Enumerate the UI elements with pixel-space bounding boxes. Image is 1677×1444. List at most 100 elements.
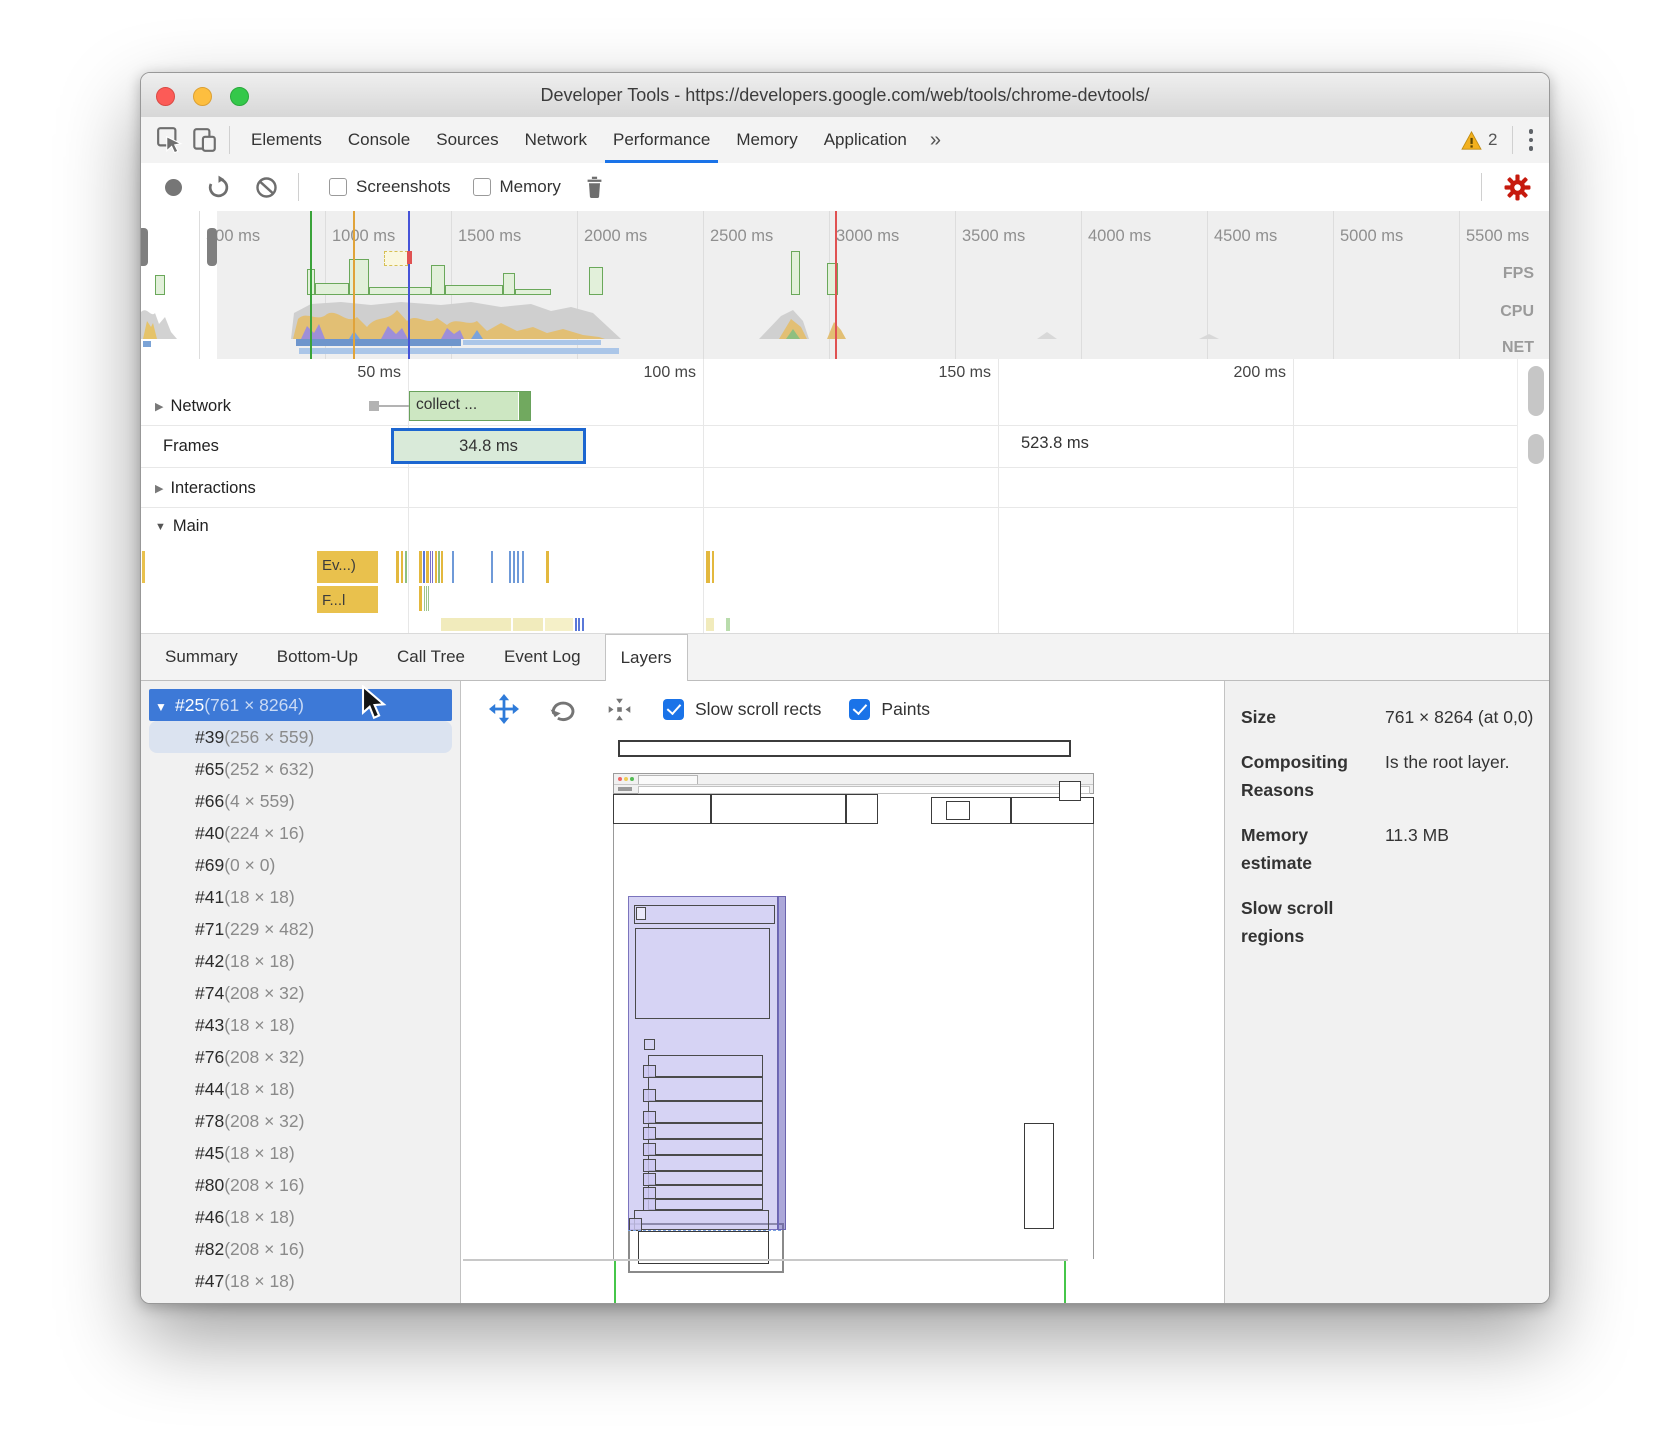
layer-tree-row[interactable]: #46(18 × 18) bbox=[149, 1201, 452, 1233]
tab-application[interactable]: Application bbox=[811, 117, 920, 163]
reload-and-record-icon[interactable] bbox=[206, 175, 231, 200]
clear-recording-icon[interactable] bbox=[255, 176, 278, 199]
viewport-ground-line bbox=[463, 1259, 1068, 1261]
next-frame-duration[interactable]: 523.8 ms bbox=[1021, 434, 1089, 453]
window-title: Developer Tools - https://developers.goo… bbox=[141, 73, 1549, 117]
layer-tree-row[interactable]: #43(18 × 18) bbox=[149, 1009, 452, 1041]
device-toolbar-icon[interactable] bbox=[187, 123, 221, 157]
selection-left-handle[interactable] bbox=[141, 228, 148, 266]
layer-tree-row[interactable]: #44(18 × 18) bbox=[149, 1073, 452, 1105]
layers-3d-viewport[interactable]: Slow scroll rects Paints bbox=[461, 681, 1224, 1303]
tab-memory[interactable]: Memory bbox=[723, 117, 810, 163]
fps-bar bbox=[155, 275, 165, 295]
layer-tree-row[interactable]: #42(18 × 18) bbox=[149, 945, 452, 977]
layer-tree-row[interactable]: #39(256 × 559) bbox=[149, 721, 452, 753]
layer-tree-row[interactable]: #41(18 × 18) bbox=[149, 881, 452, 913]
layer-tree-row[interactable]: #78(208 × 32) bbox=[149, 1105, 452, 1137]
zoom-window-button[interactable] bbox=[230, 87, 249, 106]
scrollbar-thumb[interactable] bbox=[1528, 434, 1544, 464]
page-paint-browser-chrome bbox=[613, 773, 1094, 794]
detail-tab[interactable]: Bottom-Up bbox=[262, 634, 373, 680]
frames-row-label[interactable]: Frames bbox=[163, 437, 219, 456]
mouse-cursor-icon bbox=[359, 685, 389, 726]
selected-frame[interactable]: 34.8 ms bbox=[391, 428, 586, 464]
capture-settings-gear-icon[interactable] bbox=[1504, 174, 1531, 201]
tab-network[interactable]: Network bbox=[512, 117, 600, 163]
pan-mode-icon[interactable] bbox=[489, 694, 519, 724]
paints-checkbox[interactable] bbox=[849, 699, 870, 720]
trash-icon[interactable] bbox=[585, 176, 604, 199]
wireframe-top-layer[interactable] bbox=[618, 740, 1071, 757]
flame-tick-label: 150 ms bbox=[704, 359, 999, 633]
detail-label: Compositing Reasons bbox=[1241, 748, 1373, 804]
chevron-right-icon: ▶ bbox=[155, 400, 163, 413]
detail-tab[interactable]: Event Log bbox=[489, 634, 596, 680]
wireframe-scrollbar-box bbox=[1024, 1123, 1054, 1229]
scrollbar-thumb[interactable] bbox=[1528, 366, 1544, 416]
slow-scroll-rects-checkbox[interactable] bbox=[663, 699, 684, 720]
more-tabs-chevron[interactable]: » bbox=[920, 129, 951, 152]
main-row-label[interactable]: ▼ Main bbox=[155, 517, 209, 536]
layer-detail-row: Size 761 × 8264 (at 0,0) bbox=[1241, 703, 1535, 731]
tab-performance[interactable]: Performance bbox=[600, 117, 723, 163]
kebab-menu-icon[interactable] bbox=[1521, 129, 1550, 151]
reset-view-icon[interactable] bbox=[606, 696, 633, 723]
inspect-element-icon[interactable] bbox=[153, 123, 187, 157]
main-function-bar[interactable]: F...l bbox=[316, 586, 379, 613]
layer-tree-row[interactable]: ▼#25(761 × 8264) bbox=[149, 689, 452, 721]
layers-panel: ▼#25(761 × 8264) #39(256 × 559) #65(252 … bbox=[141, 681, 1549, 1303]
layer-tree-row[interactable]: #45(18 × 18) bbox=[149, 1137, 452, 1169]
load-event-line bbox=[408, 211, 410, 359]
detail-tab[interactable]: Call Tree bbox=[382, 634, 480, 680]
layer-tree-row[interactable]: #71(229 × 482) bbox=[149, 913, 452, 945]
tab-console[interactable]: Console bbox=[335, 117, 423, 163]
flame-tick-label: 250 ms bbox=[1294, 359, 1549, 633]
dcl-event-line bbox=[310, 211, 312, 359]
warning-count: 2 bbox=[1488, 130, 1497, 150]
slow-scroll-rect-layer[interactable] bbox=[628, 896, 779, 1230]
timeline-overview[interactable]: 500 ms1000 ms1500 ms2000 ms2500 ms3000 m… bbox=[141, 211, 1549, 360]
layer-details-pane: Size 761 × 8264 (at 0,0) Compositing Rea… bbox=[1224, 681, 1549, 1303]
tab-sources[interactable]: Sources bbox=[423, 117, 511, 163]
selection-right-handle[interactable] bbox=[207, 228, 217, 266]
main-event-bar[interactable]: Ev...) bbox=[316, 551, 379, 583]
chevron-down-icon[interactable]: ▼ bbox=[155, 691, 175, 721]
viewport-green-guide bbox=[614, 1261, 616, 1303]
console-warning-badge[interactable]: 2 bbox=[1455, 130, 1503, 150]
divider bbox=[1512, 126, 1513, 154]
rotate-mode-icon[interactable] bbox=[547, 696, 578, 723]
detail-tab-bar: SummaryBottom-UpCall TreeEvent LogLayers bbox=[141, 633, 1549, 681]
minimize-window-button[interactable] bbox=[193, 87, 212, 106]
title-bar: Developer Tools - https://developers.goo… bbox=[141, 73, 1549, 118]
long-frame-marker bbox=[384, 251, 408, 266]
layer-tree-row[interactable]: #66(4 × 559) bbox=[149, 785, 452, 817]
memory-checkbox[interactable] bbox=[473, 178, 491, 196]
layer-tree-row[interactable]: #69(0 × 0) bbox=[149, 849, 452, 881]
layer-tree-row[interactable]: #82(208 × 16) bbox=[149, 1233, 452, 1265]
network-request-connector bbox=[369, 401, 379, 411]
network-row-label[interactable]: ▶ Network bbox=[155, 397, 231, 416]
screenshots-checkbox[interactable] bbox=[329, 178, 347, 196]
layer-tree-row[interactable]: #76(208 × 32) bbox=[149, 1041, 452, 1073]
close-window-button[interactable] bbox=[156, 87, 175, 106]
layer-tree-row[interactable]: #65(252 × 632) bbox=[149, 753, 452, 785]
detail-label: Memory estimate bbox=[1241, 821, 1373, 877]
layer-tree-row[interactable]: #80(208 × 16) bbox=[149, 1169, 452, 1201]
chevron-right-icon: ▶ bbox=[155, 482, 163, 495]
layer-tree-row[interactable]: #40(224 × 16) bbox=[149, 817, 452, 849]
tab-elements[interactable]: Elements bbox=[238, 117, 335, 163]
layer-tree-row[interactable]: #47(18 × 18) bbox=[149, 1265, 452, 1297]
record-button[interactable] bbox=[165, 179, 182, 196]
layer-detail-row: Slow scroll regions bbox=[1241, 894, 1535, 950]
layer-tree-row[interactable]: #74(208 × 32) bbox=[149, 977, 452, 1009]
divider bbox=[298, 173, 299, 201]
flame-chart[interactable]: 50 ms100 ms150 ms200 ms250 ms ▶ Network … bbox=[141, 359, 1549, 633]
memory-label: Memory bbox=[500, 177, 561, 197]
network-request-bar[interactable]: collect ... bbox=[409, 391, 531, 421]
interactions-row-label[interactable]: ▶ Interactions bbox=[155, 479, 256, 498]
detail-label: Slow scroll regions bbox=[1241, 894, 1373, 950]
detail-tab[interactable]: Layers bbox=[605, 634, 688, 681]
detail-tab[interactable]: Summary bbox=[150, 634, 253, 680]
divider bbox=[1481, 173, 1482, 201]
slow-scroll-rects-label: Slow scroll rects bbox=[695, 699, 821, 720]
